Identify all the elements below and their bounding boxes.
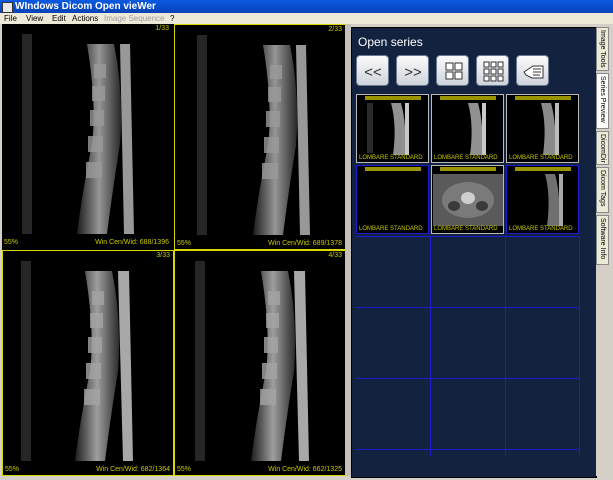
series-label: LOMBARE STANDARD	[359, 155, 423, 161]
window-level: Win Cen/Wid: 689/1378	[268, 240, 342, 247]
series-header	[365, 167, 421, 171]
svg-text:<<: <<	[364, 64, 382, 81]
tab-series-preview[interactable]: Series Preview	[596, 73, 609, 129]
grid-line	[356, 449, 580, 450]
viewport-2[interactable]: 2/33 55% Win Cen/Wid: 689/1378	[174, 24, 346, 250]
mri-image-4	[195, 261, 309, 461]
window-title: WIndows Dicom Open vieWer	[15, 1, 156, 12]
series-grid: LOMBARE STANDARD LOMBARE STANDARD LOMBAR…	[356, 94, 580, 456]
mri-image-3	[21, 261, 133, 461]
menu-file[interactable]: File	[4, 13, 17, 24]
grid-line	[356, 236, 580, 237]
window-level: Win Cen/Wid: 662/1325	[268, 466, 342, 473]
menu-edit[interactable]: Edit	[52, 13, 66, 24]
zoom-level: 55%	[5, 466, 20, 473]
tab-dicomdir[interactable]: DicomDir	[596, 131, 609, 165]
zoom-level: 55%	[4, 239, 19, 246]
hand-tool-button[interactable]	[516, 55, 549, 86]
tab-software-info[interactable]: Software Info	[596, 215, 609, 265]
viewport-1[interactable]: 1/33 55% Win Cen/Wid: 688/1396	[2, 24, 172, 248]
series-thumbnail[interactable]: LOMBARE STANDARD	[506, 94, 579, 163]
series-label: LOMBARE STANDARD	[509, 226, 573, 232]
grid-line	[356, 378, 580, 379]
hand-pointer-icon	[523, 65, 544, 79]
menu-image-sequence[interactable]: Image Sequence	[104, 13, 165, 24]
image-viewer[interactable]: 1/33 55% Win Cen/Wid: 688/1396 2/33 55% …	[2, 24, 346, 476]
series-panel: Open series << >> LOMBARE STANDARD LOMBA…	[351, 27, 597, 478]
menu-bar: File View Edit Actions Image Sequence ?	[0, 13, 613, 24]
previous-button[interactable]: <<	[356, 55, 389, 86]
title-bar: WIndows Dicom Open vieWer	[0, 0, 613, 13]
grid-line	[579, 236, 580, 456]
viewport-3[interactable]: 3/33 55% Win Cen/Wid: 682/1364	[2, 250, 174, 476]
grid-line	[505, 236, 506, 456]
viewport-index: 2/33	[328, 26, 342, 33]
viewport-index: 1/33	[155, 25, 169, 32]
viewport-index: 4/33	[328, 252, 342, 259]
series-thumbnail[interactable]: LOMBARE STANDARD	[356, 165, 429, 234]
series-thumb-image	[367, 103, 409, 155]
series-label: LOMBARE STANDARD	[434, 226, 498, 232]
window-level: Win Cen/Wid: 682/1364	[96, 466, 170, 473]
menu-view[interactable]: View	[26, 13, 43, 24]
series-thumbnail[interactable]: LOMBARE STANDARD	[431, 165, 504, 234]
app-icon	[2, 2, 13, 13]
double-chevron-left-icon: <<	[364, 64, 382, 81]
mri-image-1	[22, 34, 134, 234]
series-thumb-image	[541, 103, 559, 155]
series-thumb-image	[545, 174, 563, 226]
series-label: LOMBARE STANDARD	[509, 155, 573, 161]
grid-2x2-icon	[445, 62, 463, 80]
viewport-4[interactable]: 4/33 55% Win Cen/Wid: 662/1325	[174, 250, 346, 476]
tab-dicom-tags[interactable]: Dicom Tags	[596, 167, 609, 213]
axial-thumb-image	[433, 174, 503, 226]
layout-3x3-button[interactable]	[476, 55, 509, 86]
zoom-level: 55%	[177, 240, 192, 247]
window-level: Win Cen/Wid: 688/1396	[95, 239, 169, 246]
series-thumbnail[interactable]: LOMBARE STANDARD	[356, 94, 429, 163]
panel-title: Open series	[358, 35, 423, 49]
tab-image-tools[interactable]: Image Tools	[596, 27, 609, 71]
series-label: LOMBARE STANDARD	[434, 155, 498, 161]
series-thumbnail[interactable]: LOMBARE STANDARD	[506, 165, 579, 234]
next-button[interactable]: >>	[396, 55, 429, 86]
mri-image-2	[197, 35, 310, 235]
series-label: LOMBARE STANDARD	[359, 226, 423, 232]
grid-line	[430, 236, 431, 456]
viewport-index: 3/33	[156, 252, 170, 259]
series-thumbnail[interactable]: LOMBARE STANDARD	[431, 94, 504, 163]
double-chevron-right-icon: >>	[404, 64, 422, 81]
side-tab-strip: Image Tools Series Preview DicomDir Dico…	[596, 27, 610, 476]
zoom-level: 55%	[177, 466, 192, 473]
layout-2x2-button[interactable]	[436, 55, 469, 86]
menu-help[interactable]: ?	[170, 13, 174, 24]
menu-actions[interactable]: Actions	[72, 13, 98, 24]
series-thumb-image	[468, 103, 486, 155]
svg-text:>>: >>	[404, 64, 422, 81]
grid-3x3-icon	[483, 61, 504, 82]
grid-line	[356, 307, 580, 308]
